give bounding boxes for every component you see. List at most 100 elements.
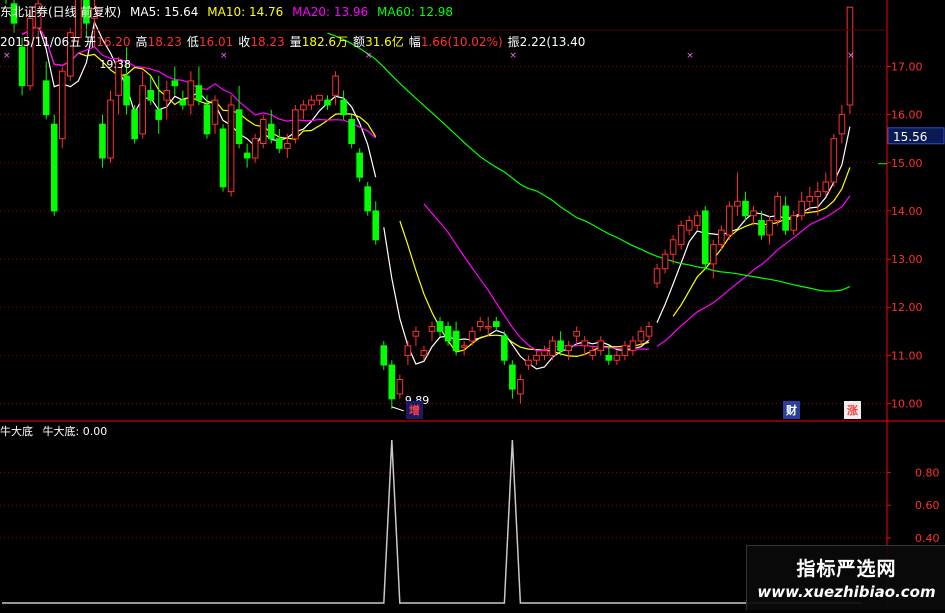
candlestick [452,321,460,356]
candle-body [726,205,733,236]
candle-body [549,340,556,356]
ma20-label: MA20: 13.96 [292,5,369,19]
candle-body [412,330,420,337]
candlestick [774,191,781,226]
candle-body [565,345,572,352]
candlestick [444,321,452,346]
info-low-value: 16.01 [198,35,234,49]
candlestick [830,133,838,187]
candle-body [316,94,323,101]
candlestick [492,316,500,332]
candle-body [308,99,315,106]
candlestick [782,196,789,235]
candle-body [340,99,347,116]
candle-body [219,128,227,188]
indicator-tick-label: 0.80 [915,467,940,480]
candlestick [766,215,773,245]
candle-body [396,378,404,395]
candlestick [428,321,436,341]
candlestick [629,336,637,356]
event-marker: × [509,51,517,61]
candlestick [332,71,339,105]
candlestick [701,206,709,269]
candlestick [685,215,693,235]
candle-body [734,200,741,207]
marker-zhang[interactable]: 涨 [844,401,861,419]
candlestick [669,235,677,264]
candle-body [742,200,749,217]
candle-body [581,340,589,347]
candle-body [492,321,500,327]
candlestick [388,360,396,409]
candlestick [187,71,195,115]
candlestick [709,239,717,279]
candle-body [284,143,291,149]
chart-canvas[interactable]: 17.00 16.00 15.00 14.00 13.00 12.00 11.00 10.00… [0,0,945,609]
ma60-line [327,32,851,292]
candlestick [557,331,564,356]
indicator-value: 牛大底: 0.00 [42,425,108,438]
candlestick [364,182,372,216]
watermark-site-name: 指标严选网 [796,558,897,580]
high-annotation-label: 19.38 [99,58,130,71]
candlestick [211,95,219,134]
info-low-key: 低 [186,35,199,49]
candlestick [742,191,749,221]
candlestick [275,129,283,154]
candlestick [107,90,114,163]
candle-body [509,364,516,390]
candle-body [50,123,58,212]
candlestick [484,316,492,337]
title-bar: 东北证券(日线 前复权) MA5: 15.64 MA10: 14.76 MA20… [0,4,458,20]
watermark-site-url: www.xuezhibiao.com [757,583,936,601]
candle-body [693,215,701,226]
candlestick [436,316,444,337]
candle-body [139,85,146,135]
candle-body [806,195,814,202]
candle-body [58,70,66,140]
stock-chart[interactable]: 17.00 16.00 15.00 14.00 13.00 12.00 11.00 10.00… [0,0,945,610]
info-change-key: 幅 [408,35,421,49]
candle-body [131,109,138,140]
candlestick [517,374,524,404]
candlestick [677,220,685,250]
candlestick [476,316,484,332]
candlestick [637,326,645,346]
info-close-key: 收 [238,35,251,49]
candlestick [155,76,163,134]
candlestick [324,95,331,110]
candlestick [235,85,243,149]
candlestick [300,100,307,120]
candle-body [653,268,661,284]
info-amount-value: 31.6亿 [365,35,404,49]
candlestick [726,201,733,240]
candlestick [589,345,597,361]
indicator-header: 牛大底 牛大底: 0.00 [0,423,107,439]
candle-body [830,138,838,183]
candle-body [637,330,645,342]
marker-cai[interactable]: 财 [783,401,800,419]
candle-body [685,220,693,231]
ma10-label: MA10: 14.76 [207,5,284,19]
candle-body [790,215,797,231]
candlestick [653,263,661,288]
candlestick [565,340,572,361]
candle-body [147,90,155,101]
candle-body [597,340,605,352]
info-amount-key: 额 [353,35,366,49]
candle-body [468,330,476,342]
candle-body [324,99,331,106]
info-change-value: 1.66(10.02%) [420,35,503,49]
candlestick [139,71,146,139]
indicator-tick-label: 0.60 [915,499,940,512]
candle-body [211,99,219,125]
candlestick [171,66,179,96]
candlestick [58,66,66,149]
candlestick [645,321,653,341]
marker-zeng[interactable]: 增 [406,401,423,419]
candle-body [750,210,757,217]
candlestick [533,350,540,366]
candle-body [573,330,580,337]
candle-body [661,253,669,270]
candlestick [348,114,355,149]
